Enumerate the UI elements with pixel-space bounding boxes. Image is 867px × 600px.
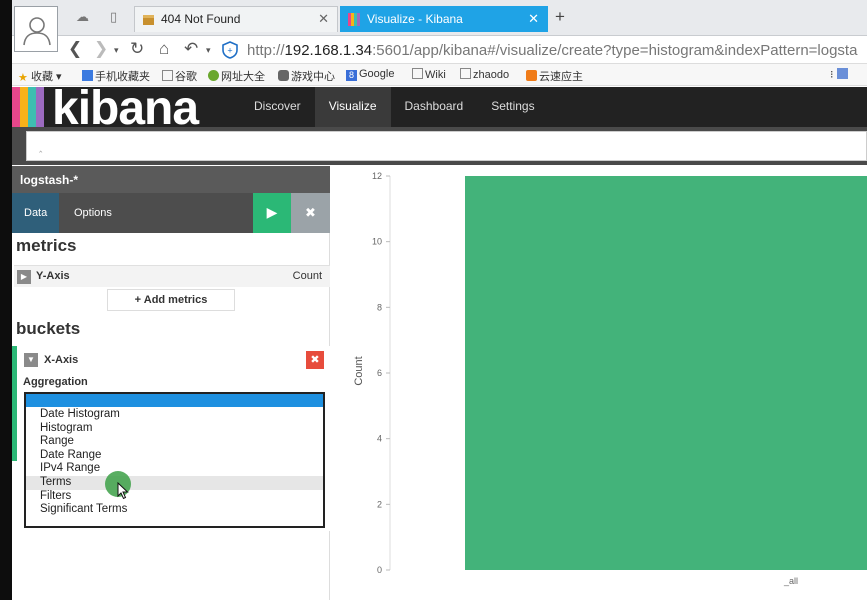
cursor-mark: ‸ (39, 142, 43, 153)
tab-options[interactable]: Options (62, 193, 124, 233)
tab-title: Visualize - Kibana (367, 12, 463, 26)
bookmark-extensions[interactable]: ⁝ (830, 68, 850, 81)
google-icon: 8 (346, 70, 357, 81)
home-icon[interactable]: ⌂ (159, 39, 169, 59)
phone-icon (82, 70, 93, 81)
nav-discover[interactable]: Discover (240, 87, 315, 127)
apply-changes-button[interactable]: ▶ (253, 193, 291, 233)
nav-visualize[interactable]: Visualize (314, 87, 391, 127)
expand-icon[interactable]: ▶ (17, 270, 31, 284)
bookmark-cloud[interactable]: 云速应主 (526, 68, 583, 84)
y-tick-label: 10 (372, 237, 382, 247)
bookmark-nav[interactable]: 网址大全 (208, 68, 265, 84)
url-field[interactable]: http://192.168.1.34:5601/app/kibana#/vis… (247, 42, 857, 59)
shield-icon[interactable]: + (221, 41, 239, 59)
mouse-pointer-icon (117, 482, 129, 500)
x-tick-label: _all (783, 576, 798, 586)
buckets-heading: buckets (16, 319, 81, 338)
forward-icon[interactable]: ❯ (94, 39, 108, 59)
tab-data[interactable]: Data (12, 193, 60, 233)
new-tab-icon[interactable]: + (555, 7, 565, 27)
option-date-histogram[interactable]: Date Histogram (26, 408, 323, 422)
option-range[interactable]: Range (26, 435, 323, 449)
index-pattern-title: logstash-* (12, 166, 330, 193)
y-tick-label: 12 (372, 171, 382, 181)
bookmark-zhaodo[interactable]: zhaodo (460, 68, 509, 81)
bucket-xaxis-panel: ▼ X-Axis ✖ Aggregation Date Histogram Hi… (17, 346, 330, 531)
bucket-xaxis-label: X-Axis (44, 354, 79, 366)
query-bar: ‸ (12, 127, 867, 165)
option-date-range[interactable]: Date Range (26, 449, 323, 463)
address-bar-row: ❮ ❯ ▾ ↻ ⌂ ↶ ▾ + http://192.168.1.34:5601… (12, 36, 867, 64)
metric-yaxis-label: Y-Axis (36, 270, 70, 282)
aggregation-label: Aggregation (23, 376, 88, 388)
y-tick-label: 6 (377, 368, 382, 378)
kibana-header: kibana Discover Visualize Dashboard Sett… (12, 82, 867, 135)
y-tick-label: 2 (377, 499, 382, 509)
option-filters[interactable]: Filters (26, 490, 323, 504)
back-icon[interactable]: ❮ (68, 39, 82, 59)
y-tick-label: 0 (377, 565, 382, 575)
y-axis-label: Count (353, 356, 365, 385)
vis-editor-sidebar: logstash-* Data Options ▶ ✖ metrics ▶ Y-… (12, 166, 330, 600)
tab-visualize[interactable]: Visualize - Kibana ✕ (340, 6, 548, 32)
cloud-app-icon (526, 70, 537, 81)
tab-title: 404 Not Found (161, 12, 241, 26)
globe-icon (208, 70, 219, 81)
nav-dashboard[interactable]: Dashboard (391, 87, 478, 127)
page-icon (460, 68, 471, 79)
page-icon (162, 70, 173, 81)
kibana-main-nav: Discover Visualize Dashboard Settings (240, 87, 549, 127)
apps-icon (836, 68, 848, 79)
bookmark-games[interactable]: 游戏中心 (278, 68, 335, 84)
cloud-icon[interactable]: ☁ (76, 9, 89, 25)
kibana-logo-icon[interactable] (12, 87, 52, 127)
metric-yaxis-value: Count (292, 270, 322, 282)
histogram-svg: 0 2 4 6 8 10 12 _all Count (353, 171, 867, 586)
close-icon[interactable]: ✕ (318, 11, 329, 27)
nav-settings[interactable]: Settings (477, 87, 548, 127)
close-icon[interactable]: ✕ (528, 11, 539, 27)
aggregation-options: Date Histogram Histogram Range Date Rang… (26, 408, 323, 517)
bar-_all[interactable] (465, 176, 867, 570)
star-icon: ★ (18, 72, 28, 84)
collapse-icon[interactable]: ▼ (24, 353, 38, 367)
tab-404[interactable]: 404 Not Found ✕ (134, 6, 338, 32)
reload-icon[interactable]: ↻ (130, 39, 144, 59)
screen: ☁ ▯ 404 Not Found ✕ Visualize - Kibana ✕… (12, 0, 867, 600)
aggregation-select-current[interactable] (26, 394, 323, 407)
page-icon (412, 68, 423, 79)
gamepad-icon (278, 70, 289, 81)
y-tick-label: 4 (377, 434, 382, 444)
metric-yaxis-row[interactable]: ▶ Y-Axis Count (14, 265, 330, 287)
x-axis-ticks: _all (783, 576, 798, 586)
user-icon (23, 17, 51, 46)
bookmark-google[interactable]: 8 Google (346, 68, 394, 81)
chevron-down-icon[interactable]: ▾ (114, 45, 119, 56)
chevron-down-icon[interactable]: ▾ (206, 45, 211, 56)
bars (465, 176, 867, 570)
option-ipv4-range[interactable]: IPv4 Range (26, 462, 323, 476)
y-tick-label: 8 (377, 302, 382, 312)
visualization-chart: 0 2 4 6 8 10 12 _all Count (330, 166, 867, 600)
remove-bucket-button[interactable]: ✖ (306, 351, 324, 369)
sidebar-tabs: Data Options ▶ ✖ (12, 193, 330, 233)
discard-changes-button[interactable]: ✖ (291, 193, 330, 233)
metrics-heading: metrics (16, 236, 77, 255)
add-metrics-button[interactable]: + Add metrics (107, 289, 235, 311)
svg-text:+: + (227, 46, 232, 56)
kibana-logo-icon (348, 13, 360, 26)
option-histogram[interactable]: Histogram (26, 422, 323, 436)
option-terms[interactable]: Terms (26, 475, 323, 490)
package-icon (143, 15, 154, 25)
user-avatar[interactable] (14, 6, 58, 52)
search-input[interactable]: ‸ (26, 131, 867, 161)
aggregation-select[interactable]: Date Histogram Histogram Range Date Rang… (24, 392, 325, 528)
y-axis-ticks: 0 2 4 6 8 10 12 (372, 171, 391, 575)
bookmark-wiki[interactable]: Wiki (412, 68, 446, 81)
option-significant-terms[interactable]: Significant Terms (26, 503, 323, 517)
browser-tab-strip: ☁ ▯ 404 Not Found ✕ Visualize - Kibana ✕… (12, 0, 867, 36)
undo-icon[interactable]: ↶ (184, 39, 198, 59)
phone-icon[interactable]: ▯ (110, 9, 117, 25)
